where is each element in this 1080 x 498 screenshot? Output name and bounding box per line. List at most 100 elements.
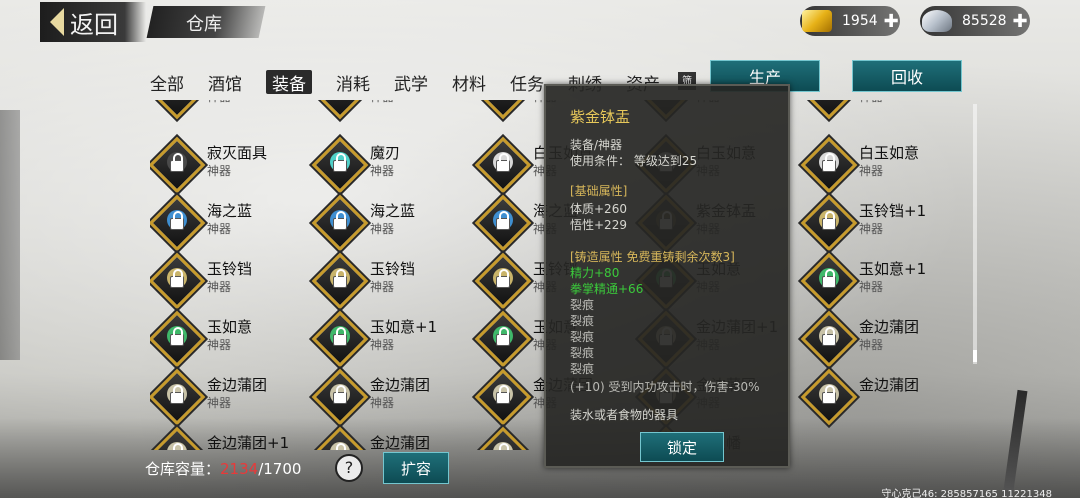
item-name: 玉铃铛 bbox=[370, 260, 416, 278]
detail-base-stat: 体质+260 bbox=[570, 202, 627, 216]
ruyi-icon bbox=[474, 136, 532, 194]
item-slot[interactable]: 神器 bbox=[311, 100, 473, 120]
lock-icon bbox=[822, 327, 836, 346]
item-name: 白玉如意 bbox=[859, 144, 920, 162]
lock-icon bbox=[333, 327, 347, 346]
top-bar: 返回 仓库 1954 ✚ 85528 ✚ bbox=[0, 0, 1080, 46]
item-slot[interactable]: 神器 bbox=[800, 100, 962, 120]
lock-icon bbox=[170, 269, 184, 288]
ruyi-icon bbox=[800, 136, 858, 194]
dark-gem-icon bbox=[311, 100, 369, 120]
lock-icon bbox=[170, 211, 184, 230]
lock-icon bbox=[496, 385, 510, 404]
tab-3[interactable]: 消耗 bbox=[336, 70, 370, 95]
item-name: 玉铃铛+1 bbox=[859, 202, 927, 220]
scrollbar-thumb[interactable] bbox=[973, 350, 977, 362]
add-silver-icon[interactable]: ✚ bbox=[1013, 11, 1028, 32]
item-name: 海之蓝 bbox=[370, 202, 416, 220]
silver-ingot-icon bbox=[922, 10, 952, 32]
back-arrow-icon bbox=[50, 8, 64, 36]
page-title: 仓库 bbox=[186, 14, 222, 35]
detail-crack: 裂痕 bbox=[570, 362, 595, 376]
lock-icon bbox=[822, 153, 836, 172]
item-slot[interactable]: 金边蒲团神器 bbox=[311, 366, 473, 426]
item-slot[interactable]: 玉铃铛神器 bbox=[311, 250, 473, 310]
bell-icon bbox=[311, 252, 369, 310]
lock-button[interactable]: 锁定 bbox=[640, 432, 724, 462]
scrollbar-track[interactable] bbox=[973, 104, 977, 364]
detail-title: 紫金钵盂 bbox=[570, 108, 631, 126]
capacity-current: 2134 bbox=[220, 460, 259, 478]
item-slot[interactable]: 神器 bbox=[150, 100, 310, 120]
detail-description: 装水或者食物的器具 bbox=[570, 408, 679, 422]
detail-type: 装备/神器 bbox=[570, 138, 623, 152]
item-slot[interactable]: 玉如意神器 bbox=[150, 308, 310, 368]
tab-2[interactable]: 装备 bbox=[266, 70, 312, 95]
item-slot[interactable]: 金边蒲团神器 bbox=[150, 366, 310, 426]
cushion-icon bbox=[311, 368, 369, 426]
item-slot[interactable]: 金边蒲团神器 bbox=[800, 308, 962, 368]
tab-0[interactable]: 全部 bbox=[150, 70, 184, 95]
item-grade: 神器 bbox=[370, 222, 395, 236]
jade-icon bbox=[150, 310, 206, 368]
tab-6[interactable]: 任务 bbox=[510, 70, 544, 95]
tab-4[interactable]: 武学 bbox=[394, 70, 428, 95]
item-name: 玉如意+1 bbox=[859, 260, 927, 278]
lock-icon bbox=[333, 269, 347, 288]
item-slot[interactable]: 魔刃 神器 bbox=[311, 134, 473, 194]
cushion-icon bbox=[150, 426, 206, 450]
item-slot[interactable]: 金边蒲团 bbox=[800, 366, 962, 426]
lock-icon bbox=[333, 153, 347, 172]
item-frame bbox=[800, 100, 858, 120]
item-slot[interactable]: 白玉如意神器 bbox=[800, 134, 962, 194]
item-grade: 神器 bbox=[370, 280, 395, 294]
lock-icon bbox=[496, 269, 510, 288]
item-slot[interactable]: 玉铃铛+1 神器 bbox=[800, 192, 962, 252]
item-grade: 神器 bbox=[370, 338, 395, 352]
item-name: 金边蒲团+1 bbox=[207, 434, 290, 450]
item-slot[interactable]: 海之蓝神器 bbox=[311, 192, 473, 252]
recycle-button[interactable]: 回收 bbox=[852, 60, 962, 92]
bell-icon bbox=[150, 252, 206, 310]
expand-button[interactable]: 扩容 bbox=[383, 452, 449, 484]
help-button[interactable]: ? bbox=[335, 454, 363, 482]
item-name: 海之蓝 bbox=[207, 202, 253, 220]
bell-icon bbox=[800, 194, 858, 252]
lock-icon bbox=[496, 327, 510, 346]
tab-5[interactable]: 材料 bbox=[452, 70, 486, 95]
lock-icon bbox=[822, 385, 836, 404]
detail-effect: (+10) 受到内功攻击时，伤害-30% bbox=[570, 380, 760, 394]
item-name: 玉如意 bbox=[207, 318, 253, 336]
detail-crack: 裂痕 bbox=[570, 330, 595, 344]
item-slot[interactable]: 玉如意+1 神器 bbox=[311, 308, 473, 368]
silver-amount: 85528 bbox=[962, 13, 1007, 29]
back-button[interactable]: 返回 bbox=[40, 2, 146, 42]
lock-icon bbox=[822, 211, 836, 230]
dark-gem-icon bbox=[150, 100, 206, 120]
cushion-icon bbox=[800, 310, 858, 368]
detail-crack: 裂痕 bbox=[570, 314, 595, 328]
capacity-label: 仓库容量： bbox=[145, 460, 221, 478]
item-slot[interactable]: 玉铃铛神器 bbox=[150, 250, 310, 310]
item-slot[interactable]: 玉如意+1 神器 bbox=[800, 250, 962, 310]
item-name: 玉铃铛 bbox=[207, 260, 253, 278]
add-gold-icon[interactable]: ✚ bbox=[884, 11, 899, 32]
item-slot[interactable]: 寂灭面具 神器 bbox=[150, 134, 310, 194]
detail-requirement: 使用条件： 等级达到25 bbox=[570, 154, 698, 168]
lock-icon bbox=[496, 211, 510, 230]
storage-capacity: 仓库容量：2134/1700 bbox=[145, 458, 301, 479]
tab-1[interactable]: 酒馆 bbox=[208, 70, 242, 95]
blue-ring-icon bbox=[311, 194, 369, 252]
item-slot[interactable]: 金边蒲团+1 bbox=[150, 424, 310, 450]
lock-icon bbox=[170, 385, 184, 404]
item-slot[interactable]: 海之蓝神器 bbox=[150, 192, 310, 252]
dark-gem-icon bbox=[800, 100, 858, 120]
jade-icon bbox=[800, 252, 858, 310]
item-name: 寂灭面具 bbox=[207, 144, 268, 162]
item-grade: 神器 bbox=[207, 396, 232, 410]
item-slot[interactable]: 金边蒲团 bbox=[311, 424, 473, 450]
item-grade: 神器 bbox=[859, 100, 883, 105]
item-grade: 神器 bbox=[370, 396, 395, 410]
detail-forge-stat: 精力+80 bbox=[570, 266, 620, 280]
jade-icon bbox=[311, 310, 369, 368]
